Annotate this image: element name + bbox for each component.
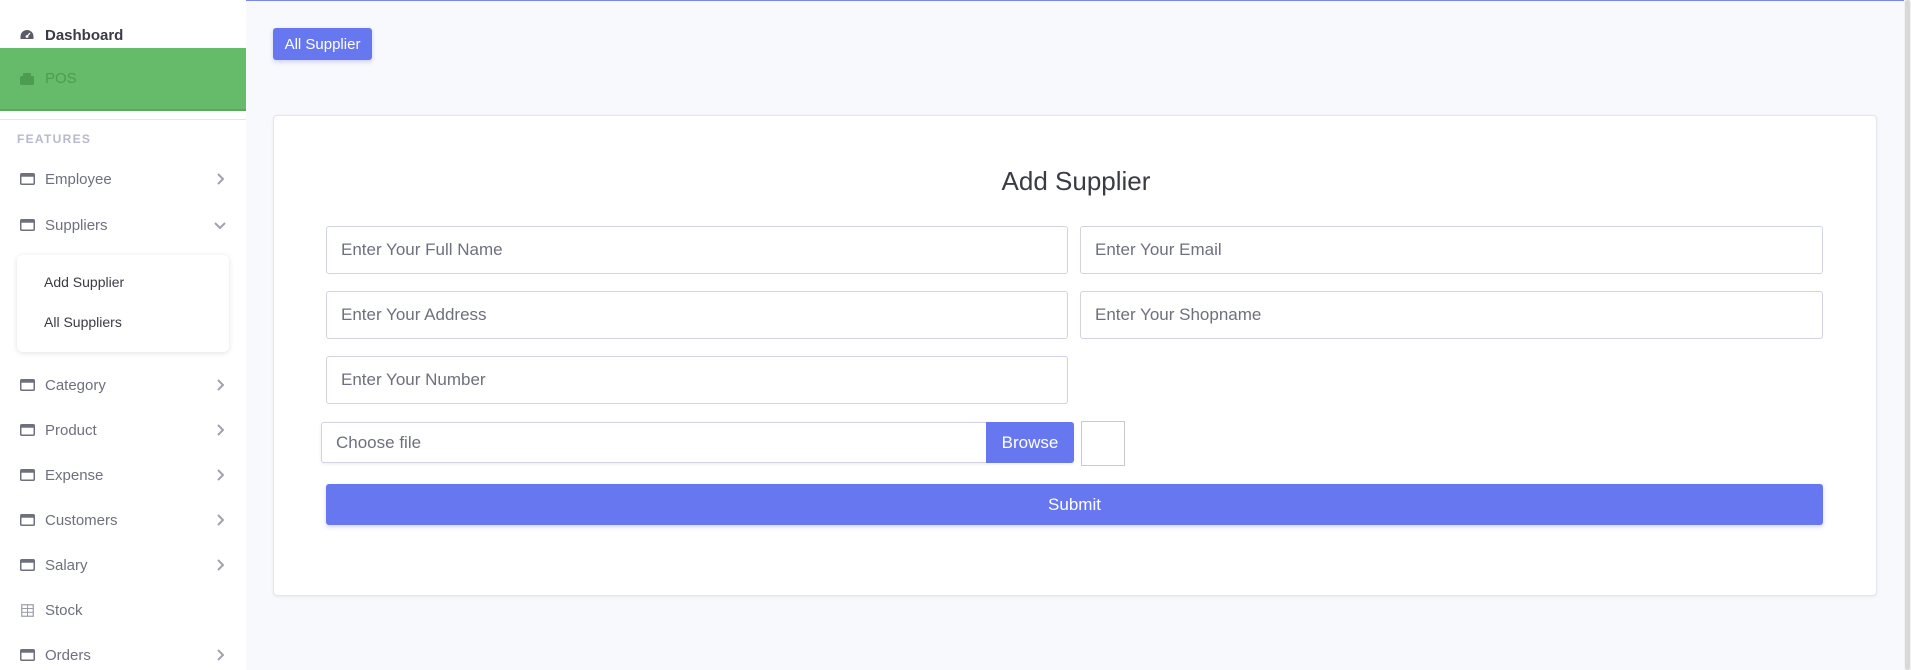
- file-input-label: Choose file: [336, 433, 422, 452]
- all-supplier-button[interactable]: All Supplier: [273, 28, 372, 60]
- sidebar-item-label: Product: [45, 421, 97, 439]
- sidebar-item-label: Employee: [45, 170, 112, 188]
- sidebar-item-label: Customers: [45, 511, 118, 529]
- cash-register-icon: [19, 72, 35, 86]
- submenu-item-all-suppliers[interactable]: All Suppliers: [44, 314, 122, 330]
- sidebar-item-orders[interactable]: Orders: [0, 642, 246, 668]
- number-input[interactable]: [326, 356, 1068, 404]
- chevron-right-icon: [214, 424, 226, 436]
- chevron-right-icon: [214, 173, 226, 185]
- chevron-down-icon: [214, 219, 226, 231]
- window-icon: [19, 423, 35, 437]
- window-icon: [19, 172, 35, 186]
- address-input[interactable]: [326, 291, 1068, 339]
- window-icon: [19, 378, 35, 392]
- sidebar-item-label: Stock: [45, 601, 83, 619]
- sidebar-item-label: Suppliers: [45, 216, 108, 234]
- sidebar-item-label: Dashboard: [45, 26, 124, 44]
- sidebar-item-stock[interactable]: Stock: [0, 597, 246, 623]
- suppliers-submenu: Add Supplier All Suppliers: [17, 255, 229, 352]
- add-supplier-card: Add Supplier Choose file Browse Submit: [273, 115, 1877, 596]
- sidebar-item-product[interactable]: Product: [0, 417, 246, 443]
- sidebar-item-label: Salary: [45, 556, 88, 574]
- scrollbar-thumb[interactable]: [1905, 0, 1910, 670]
- form-title: Add Supplier: [1001, 166, 1151, 196]
- browse-button[interactable]: Browse: [986, 422, 1074, 463]
- window-icon: [19, 218, 35, 232]
- sidebar-item-label: Category: [45, 376, 106, 394]
- file-input[interactable]: Choose file Browse: [321, 422, 1074, 463]
- shopname-input[interactable]: [1080, 291, 1823, 339]
- image-preview: [1081, 421, 1125, 466]
- chevron-right-icon: [214, 514, 226, 526]
- sidebar-item-salary[interactable]: Salary: [0, 552, 246, 578]
- submit-button[interactable]: Submit: [326, 484, 1823, 525]
- table-icon: [19, 603, 35, 617]
- sidebar-item-customers[interactable]: Customers: [0, 507, 246, 533]
- window-icon: [19, 558, 35, 572]
- topbar-border: [246, 0, 1911, 1]
- window-icon: [19, 468, 35, 482]
- submenu-item-add-supplier[interactable]: Add Supplier: [44, 274, 124, 290]
- chevron-right-icon: [214, 649, 226, 661]
- window-icon: [19, 513, 35, 527]
- sidebar-item-category[interactable]: Category: [0, 372, 246, 398]
- chevron-right-icon: [214, 379, 226, 391]
- sidebar: Dashboard POS FEATURES Employee Supplier…: [0, 0, 246, 670]
- active-indicator: [0, 109, 246, 111]
- full-name-input[interactable]: [326, 226, 1068, 274]
- sidebar-heading: FEATURES: [17, 132, 92, 146]
- sidebar-divider: [0, 119, 246, 120]
- chevron-right-icon: [214, 469, 226, 481]
- sidebar-item-label: Expense: [45, 466, 104, 484]
- sidebar-item-pos[interactable]: POS: [0, 48, 246, 109]
- sidebar-item-dashboard[interactable]: Dashboard: [0, 22, 246, 48]
- sidebar-item-expense[interactable]: Expense: [0, 462, 246, 488]
- sidebar-item-suppliers[interactable]: Suppliers: [0, 212, 246, 238]
- email-input[interactable]: [1080, 226, 1823, 274]
- sidebar-item-label: Orders: [45, 646, 91, 664]
- sidebar-item-employee[interactable]: Employee: [0, 166, 246, 192]
- tachometer-icon: [19, 28, 35, 42]
- sidebar-item-label: POS: [45, 70, 77, 87]
- window-icon: [19, 648, 35, 662]
- chevron-right-icon: [214, 559, 226, 571]
